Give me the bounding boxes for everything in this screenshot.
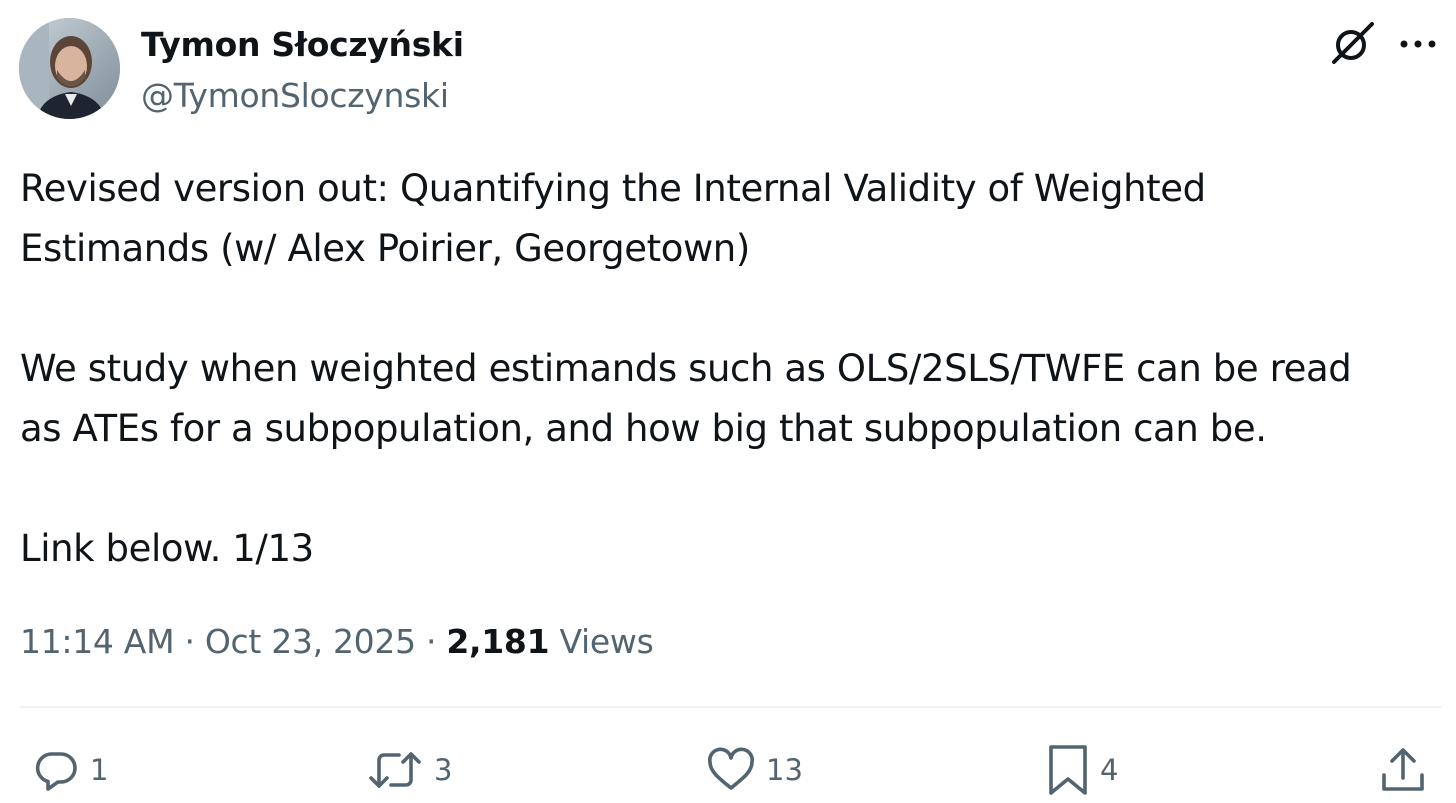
reply-count: 1 — [90, 753, 109, 787]
retweet-icon — [369, 752, 421, 788]
like-count: 13 — [766, 753, 803, 787]
share-button[interactable] — [1378, 738, 1428, 802]
avatar-photo — [19, 18, 120, 119]
separator: · — [184, 622, 195, 661]
bookmark-button[interactable]: 4 — [1046, 738, 1118, 802]
grok-icon[interactable] — [1328, 20, 1376, 68]
bookmark-count: 4 — [1100, 753, 1119, 787]
tweet-line: Link below. 1/13 — [20, 527, 314, 570]
tweet-line: We study when weighted estimands such as… — [20, 347, 1352, 390]
views-count: 2,181 — [446, 622, 550, 661]
share-icon — [1382, 748, 1424, 791]
tweet-text: Revised version out: Quantifying the Int… — [20, 159, 1440, 579]
retweet-count: 3 — [434, 753, 453, 787]
avatar[interactable] — [19, 18, 120, 119]
like-button[interactable]: 13 — [706, 738, 803, 802]
author-handle[interactable]: @TymonSloczynski — [141, 75, 449, 117]
reply-button[interactable]: 1 — [32, 738, 108, 802]
bookmark-icon — [1049, 745, 1087, 795]
views-label: Views — [559, 622, 654, 661]
author-display-name[interactable]: Tymon Słoczyński — [141, 24, 464, 66]
divider — [20, 706, 1442, 708]
separator: · — [425, 622, 437, 661]
tweet-date[interactable]: Oct 23, 2025 — [205, 622, 416, 661]
heart-icon — [708, 747, 754, 790]
reply-icon — [35, 752, 77, 791]
tweet-time[interactable]: 11:14 AM — [20, 622, 175, 661]
tweet-line: Estimands (w/ Alex Poirier, Georgetown) — [20, 227, 750, 270]
tweet-line: Revised version out: Quantifying the Int… — [20, 167, 1206, 210]
tweet-metadata: 11:14 AM · Oct 23, 2025 · 2,181 Views — [20, 620, 654, 664]
tweet-line: as ATEs for a subpopulation, and how big… — [20, 407, 1267, 450]
retweet-button[interactable]: 3 — [366, 738, 452, 802]
more-icon[interactable] — [1394, 24, 1442, 64]
